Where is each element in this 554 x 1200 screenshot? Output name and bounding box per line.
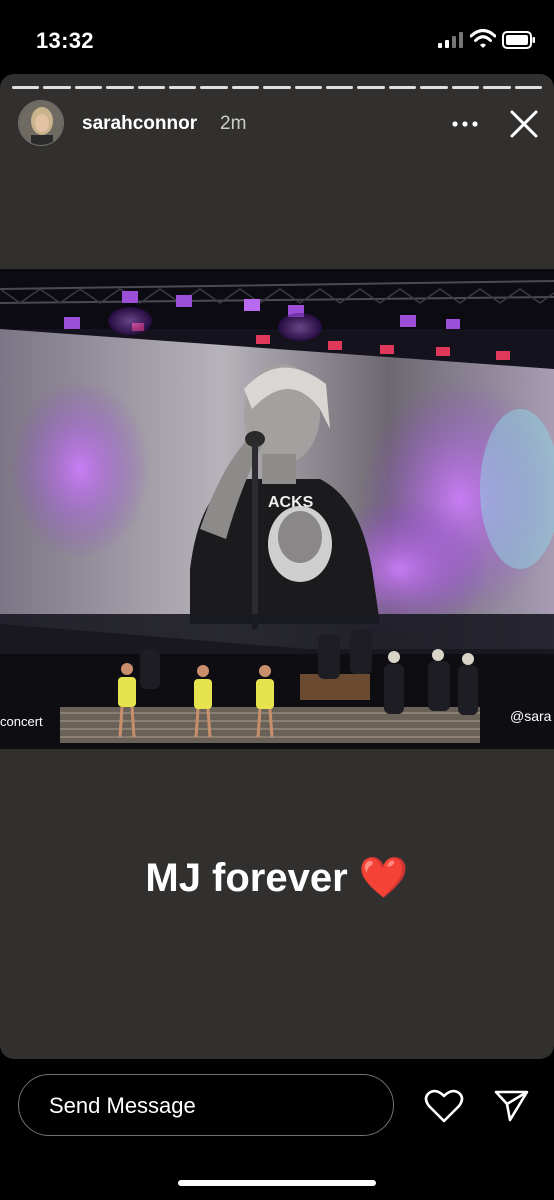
progress-segment [12,86,40,89]
shirt-text: ACKS [268,494,314,511]
story-time-ago: 2m [220,113,247,134]
photo-overlay-right: @sara [510,708,552,724]
progress-segment [106,86,134,89]
reply-bar: Send Message [0,1060,554,1200]
photo-overlay-left: concert [0,714,43,729]
wifi-icon [470,29,496,48]
signal-icon [438,32,463,48]
home-indicator [178,1180,376,1186]
progress-segment [357,86,385,89]
progress-segment [231,86,260,89]
progress-segment [514,86,542,89]
progress-segment [74,86,103,89]
progress-segment [326,86,354,89]
heart-icon[interactable] [424,1088,464,1124]
story-progress-bar [12,86,542,90]
send-message-input[interactable]: Send Message [18,1074,394,1136]
status-time: 13:32 [36,28,94,53]
caption-text: MJ forever [145,856,348,900]
status-bar: 13:32 [0,0,554,76]
progress-segment [451,86,480,89]
progress-segment [294,86,323,89]
progress-segment [137,86,166,89]
heart-emoji: ❤️ [358,856,409,900]
close-icon[interactable] [504,104,544,144]
concert-photo: ACKS concert @sara [0,269,554,749]
progress-segment [420,86,448,89]
battery-icon [502,31,535,49]
send-icon[interactable] [490,1086,532,1126]
story-card[interactable]: sarahconnor 2m ACKS concert @sara MJ for… [0,74,554,1059]
progress-segment [483,86,511,89]
avatar-image [19,101,63,145]
progress-segment [169,86,197,89]
more-icon[interactable] [450,110,480,138]
story-caption: MJ forever ❤️ [0,854,554,901]
progress-segment [43,86,71,89]
progress-segment [200,86,228,89]
avatar[interactable] [18,100,64,146]
progress-segment [388,86,417,89]
progress-segment [263,86,291,89]
story-username[interactable]: sarahconnor [82,113,197,135]
